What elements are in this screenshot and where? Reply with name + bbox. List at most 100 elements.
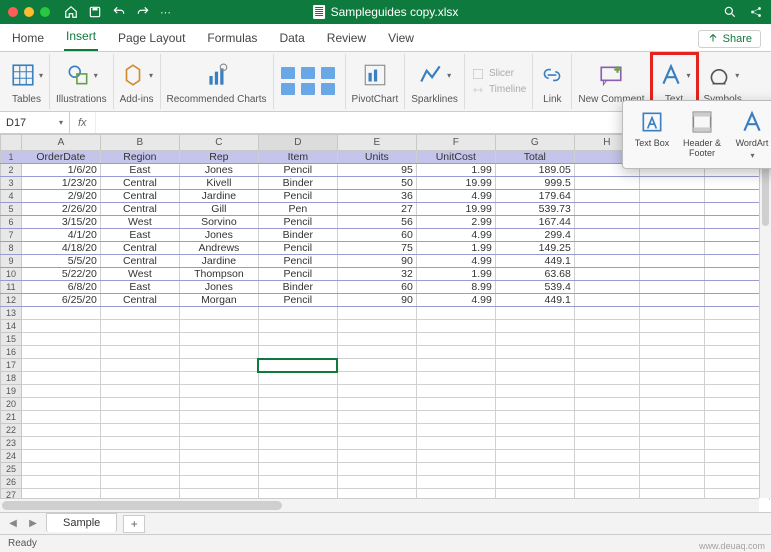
cell[interactable] [21, 437, 100, 450]
cell[interactable] [258, 346, 337, 359]
cell[interactable] [574, 294, 639, 307]
cell[interactable] [179, 463, 258, 476]
cell[interactable] [258, 385, 337, 398]
cell[interactable] [337, 333, 416, 346]
cell[interactable] [258, 320, 337, 333]
table-header-cell[interactable]: OrderDate [21, 151, 100, 164]
cell[interactable] [179, 450, 258, 463]
cell[interactable] [100, 463, 179, 476]
cell[interactable]: Binder [258, 281, 337, 294]
row-header-23[interactable]: 23 [1, 437, 22, 450]
cell[interactable] [574, 242, 639, 255]
cell[interactable]: West [100, 216, 179, 229]
cell[interactable] [639, 177, 704, 190]
cell[interactable]: Thompson [179, 268, 258, 281]
cell[interactable] [179, 411, 258, 424]
cell[interactable] [21, 385, 100, 398]
cell[interactable]: 5/5/20 [21, 255, 100, 268]
cell[interactable]: 189.05 [495, 164, 574, 177]
cell[interactable] [21, 333, 100, 346]
cell[interactable]: 1.99 [416, 242, 495, 255]
table-header-cell[interactable]: UnitCost [416, 151, 495, 164]
cell[interactable] [21, 307, 100, 320]
col-header-C[interactable]: C [179, 135, 258, 151]
cell[interactable] [21, 476, 100, 489]
cell[interactable]: 6/25/20 [21, 294, 100, 307]
cell[interactable] [416, 346, 495, 359]
cell[interactable] [100, 437, 179, 450]
close-window[interactable] [8, 7, 18, 17]
cell[interactable] [639, 333, 704, 346]
cell[interactable] [337, 437, 416, 450]
cell[interactable] [495, 398, 574, 411]
share-icon[interactable] [749, 5, 763, 19]
table-header-cell[interactable]: Total [495, 151, 574, 164]
table-header-cell[interactable]: Units [337, 151, 416, 164]
cell[interactable]: 4/18/20 [21, 242, 100, 255]
cell[interactable]: Central [100, 190, 179, 203]
cell[interactable]: Binder [258, 177, 337, 190]
cell[interactable]: 2/26/20 [21, 203, 100, 216]
save-icon[interactable] [88, 5, 102, 19]
cell[interactable]: Gill [179, 203, 258, 216]
cell[interactable] [179, 424, 258, 437]
cell[interactable]: East [100, 281, 179, 294]
cell[interactable] [639, 320, 704, 333]
cell[interactable] [639, 450, 704, 463]
vertical-scrollbar[interactable] [759, 134, 771, 498]
cell[interactable]: Binder [258, 229, 337, 242]
cell[interactable] [639, 372, 704, 385]
cell[interactable]: 1.99 [416, 268, 495, 281]
cell[interactable] [258, 463, 337, 476]
table-header-cell[interactable]: Region [100, 151, 179, 164]
cell[interactable] [495, 463, 574, 476]
cell[interactable] [574, 424, 639, 437]
cell[interactable] [258, 359, 337, 372]
cell[interactable] [416, 476, 495, 489]
cell[interactable] [639, 281, 704, 294]
fx-button[interactable]: fx [70, 112, 96, 133]
group-sparklines[interactable]: ▾ Sparklines [405, 54, 465, 109]
cell[interactable] [258, 333, 337, 346]
row-header-8[interactable]: 8 [1, 242, 22, 255]
group-rec-charts[interactable]: Recommended Charts [161, 54, 274, 109]
cell[interactable]: Pencil [258, 294, 337, 307]
cell[interactable] [416, 424, 495, 437]
group-illustrations[interactable]: ▾ Illustrations [50, 54, 114, 109]
cell[interactable]: Pencil [258, 190, 337, 203]
cell[interactable]: Andrews [179, 242, 258, 255]
cell[interactable] [574, 385, 639, 398]
cell[interactable] [495, 450, 574, 463]
horizontal-scrollbar[interactable] [0, 498, 759, 512]
cell[interactable] [495, 320, 574, 333]
cell[interactable] [574, 320, 639, 333]
row-header-13[interactable]: 13 [1, 307, 22, 320]
add-sheet-button[interactable]: + [123, 515, 145, 533]
sheet-nav-next[interactable]: ▶ [26, 517, 40, 531]
cell[interactable]: 999.5 [495, 177, 574, 190]
table-header-cell[interactable]: Item [258, 151, 337, 164]
tab-data[interactable]: Data [277, 26, 306, 51]
col-header-D[interactable]: D [258, 135, 337, 151]
cell[interactable] [639, 229, 704, 242]
cell[interactable] [258, 307, 337, 320]
cell[interactable] [179, 307, 258, 320]
cell[interactable]: Jardine [179, 255, 258, 268]
slicer-label[interactable]: Slicer [489, 68, 514, 79]
cell[interactable] [258, 372, 337, 385]
cell[interactable]: 60 [337, 229, 416, 242]
cell[interactable] [179, 359, 258, 372]
tab-insert[interactable]: Insert [64, 24, 98, 51]
cell[interactable]: Pencil [258, 242, 337, 255]
row-header-15[interactable]: 15 [1, 333, 22, 346]
cell[interactable] [416, 437, 495, 450]
text-box-button[interactable]: Text Box [627, 105, 677, 164]
cell[interactable] [495, 437, 574, 450]
cell[interactable] [574, 268, 639, 281]
cell[interactable] [337, 463, 416, 476]
cell[interactable] [258, 411, 337, 424]
cell[interactable] [100, 320, 179, 333]
cell[interactable]: 32 [337, 268, 416, 281]
cell[interactable]: Central [100, 255, 179, 268]
row-header-10[interactable]: 10 [1, 268, 22, 281]
